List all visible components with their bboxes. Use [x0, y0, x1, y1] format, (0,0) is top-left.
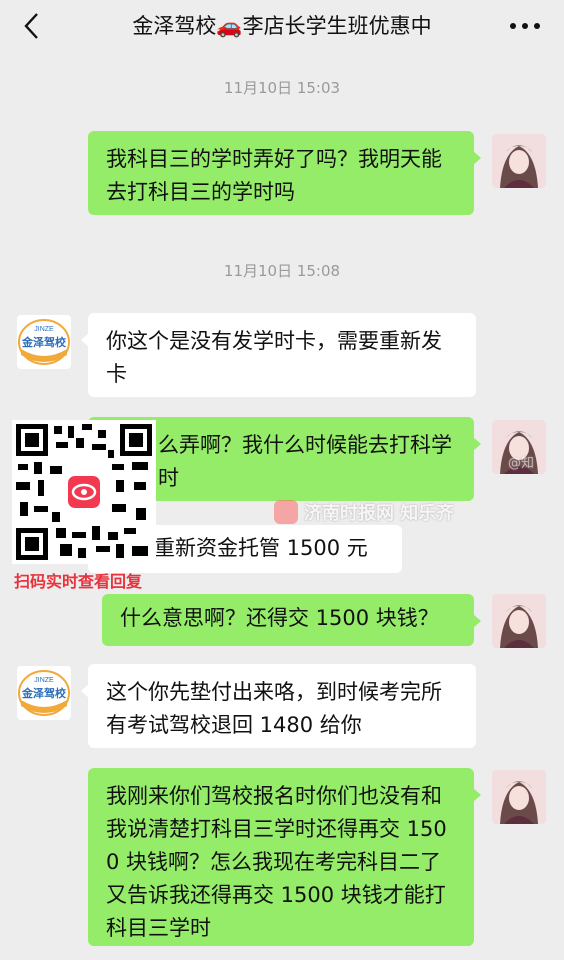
watermark-small: @知: [508, 456, 535, 471]
timestamp: 11月10日 15:03: [223, 79, 341, 97]
school-logo-icon: JINZE 金泽驾校: [17, 315, 71, 369]
qr-code-overlay[interactable]: [12, 420, 156, 564]
driving-school-avatar[interactable]: JINZE 金泽驾校: [17, 666, 71, 720]
qr-caption: 扫码实时查看回复: [14, 572, 143, 591]
message-bubble-them[interactable]: 你这个是没有发学时卡，需要重新发卡: [81, 313, 476, 397]
message-text: 你这个是没有发学时卡，需要重新发卡: [106, 329, 442, 386]
message-bubble-them[interactable]: 这个你先垫付出来咯，到时候考完所有考试驾校退回 1480 给你: [81, 664, 476, 748]
message-text: 什么意思啊？还得交 1500 块钱？: [120, 606, 439, 630]
school-logo-icon: JINZE 金泽驾校: [17, 666, 71, 720]
watermark: 济南时报网 知乐齐: [274, 496, 454, 528]
watermark-text: 济南时报网 知乐齐: [304, 503, 455, 524]
message-bubble-me[interactable]: 我刚来你们驾校报名时你们也没有和我说清楚打科目三学时还得再交 1500 块钱啊？…: [88, 768, 481, 946]
chat-title: 金泽驾校🚗李店长学生班优惠中: [132, 14, 432, 38]
user-avatar-image: [492, 594, 546, 648]
message-text: 我科目三的学时弄好了吗？我明天能去打科目三的学时吗: [106, 147, 442, 204]
user-avatar[interactable]: [492, 770, 546, 824]
user-avatar-image: [492, 134, 546, 188]
back-chevron-icon[interactable]: [20, 10, 44, 42]
message-text: 我刚来你们驾校报名时你们也没有和我说清楚打科目三学时还得再交 1500 块钱啊？…: [106, 784, 447, 940]
user-avatar[interactable]: [492, 594, 546, 648]
message-text: 么弄啊？我什么时候能去打科学时: [158, 433, 452, 490]
message-text: 这个你先垫付出来咯，到时候考完所有考试驾校退回 1480 给你: [106, 680, 442, 737]
qr-code-icon: [12, 420, 156, 564]
user-avatar-image: [492, 770, 546, 824]
user-avatar[interactable]: [492, 134, 546, 188]
timestamp: 11月10日 15:08: [223, 262, 341, 280]
top-bar: 金泽驾校🚗李店长学生班优惠中: [0, 0, 564, 52]
school-logo-name: 金泽驾校: [21, 335, 67, 349]
school-logo-small-text: JINZE: [34, 326, 54, 333]
school-logo-name: 金泽驾校: [21, 686, 67, 700]
more-dots-icon[interactable]: [508, 18, 542, 34]
message-bubble-me[interactable]: 我科目三的学时弄好了吗？我明天能去打科目三的学时吗: [88, 131, 481, 215]
message-text: 重新资金托管 1500 元: [154, 536, 368, 560]
school-logo-small-text: JINZE: [34, 677, 54, 684]
driving-school-avatar[interactable]: JINZE 金泽驾校: [17, 315, 71, 369]
message-bubble-me[interactable]: 什么意思啊？还得交 1500 块钱？: [102, 594, 481, 646]
watermark-logo-icon: [274, 500, 298, 524]
